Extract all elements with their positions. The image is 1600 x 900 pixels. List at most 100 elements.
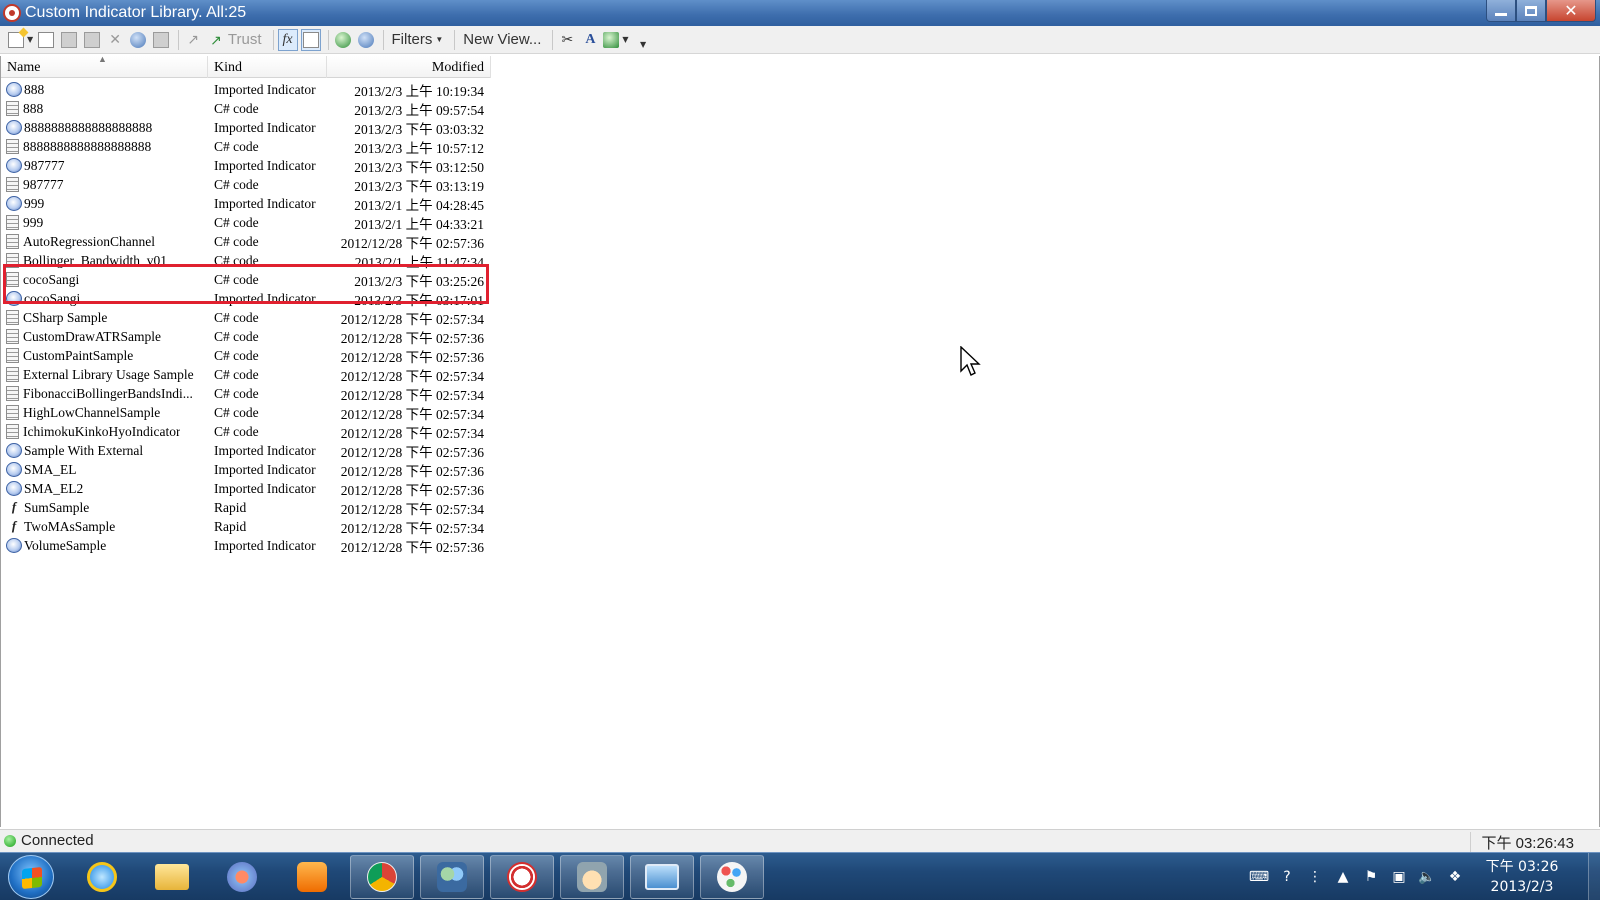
code-view-button[interactable] xyxy=(300,28,321,51)
list-item[interactable]: CSharp Sample C# code 2012/12/28 下午 02:57:… xyxy=(1,308,491,327)
chrome-icon xyxy=(367,862,397,892)
taskbar-people[interactable] xyxy=(420,855,484,899)
copy-button[interactable] xyxy=(82,29,102,51)
font-icon: A xyxy=(585,31,596,47)
indicator-list[interactable]: Name ▲ Kind Modified 888 Imported Indicat… xyxy=(0,54,1600,827)
taskbar-clock[interactable]: 下午 03:26 2013/2/3 xyxy=(1474,857,1570,897)
imported-indicator-icon xyxy=(6,443,22,458)
list-item[interactable]: 987777 C# code 2013/2/3 下午 03:13:19 xyxy=(1,175,491,194)
action-center-flag-icon[interactable]: ⚑ xyxy=(1362,868,1380,886)
cell-name: 888 xyxy=(1,101,208,117)
item-kind: C# code xyxy=(214,366,259,382)
list-item[interactable]: f SumSample Rapid 2012/12/28 下午 02:57:34 xyxy=(1,498,491,517)
publish-button[interactable] xyxy=(356,29,376,51)
dropbox-icon[interactable]: ❖ xyxy=(1446,868,1464,886)
list-item[interactable]: 8888888888888888888 Imported Indicator 201… xyxy=(1,118,491,137)
list-item[interactable]: 999 C# code 2013/2/1 上午 04:33:21 xyxy=(1,213,491,232)
list-item[interactable]: SMA_EL Imported Indicator 2012/12/28 下午 02… xyxy=(1,460,491,479)
export-icon xyxy=(603,31,620,48)
compile-button[interactable] xyxy=(128,29,148,51)
taskbar-zen[interactable] xyxy=(490,855,554,899)
online-library-button[interactable] xyxy=(333,29,353,51)
column-header-name[interactable]: Name ▲ xyxy=(1,54,208,78)
list-item[interactable]: Sample With External Imported Indicator 20… xyxy=(1,441,491,460)
list-item[interactable]: FibonacciBollingerBandsIndi... C# code 201… xyxy=(1,384,491,403)
properties-button[interactable] xyxy=(151,29,171,51)
list-item[interactable]: VolumeSample Imported Indicator 2012/12/28… xyxy=(1,536,491,555)
export-button[interactable]: ▼ xyxy=(603,29,629,51)
list-header: Name ▲ Kind Modified xyxy=(1,54,491,78)
minimize-button[interactable] xyxy=(1486,0,1516,22)
font-button[interactable]: A xyxy=(580,29,600,51)
column-header-modified-label: Modified xyxy=(431,60,484,75)
list-item[interactable]: 888 C# code 2013/2/3 上午 09:57:54 xyxy=(1,99,491,118)
column-header-kind[interactable]: Kind xyxy=(208,56,327,78)
item-kind: Imported Indicator xyxy=(214,81,316,97)
volume-icon[interactable]: 🔈 xyxy=(1418,868,1436,886)
toolbar-separator xyxy=(327,29,329,50)
new-view-button[interactable]: New View... xyxy=(459,29,545,51)
help-icon[interactable]: ? xyxy=(1278,868,1296,886)
language-icon[interactable]: ⋮ xyxy=(1306,868,1324,886)
overflow-chevron-icon: ▼ xyxy=(639,40,647,49)
maximize-button[interactable] xyxy=(1516,0,1546,22)
tools-button[interactable]: ✂ xyxy=(557,29,577,51)
taskbar-paint[interactable] xyxy=(700,855,764,899)
item-name: HighLowChannelSample xyxy=(23,404,161,420)
list-item[interactable]: HighLowChannelSample C# code 2012/12/28 下午… xyxy=(1,403,491,422)
title-bar[interactable]: Custom Indicator Library. All:25 ✕ xyxy=(0,0,1600,26)
item-kind: C# code xyxy=(214,423,259,439)
start-button[interactable] xyxy=(8,855,54,899)
list-item[interactable]: 987777 Imported Indicator 2013/2/3 下午 03:1… xyxy=(1,156,491,175)
trust-label: Trust xyxy=(227,31,262,48)
filters-label: Filters xyxy=(391,31,433,48)
item-modified: 2012/12/28 下午 02:57:34 xyxy=(340,406,484,422)
edit-button[interactable] xyxy=(59,29,79,51)
taskbar-window[interactable] xyxy=(630,855,694,899)
list-item[interactable]: 888 Imported Indicator 2013/2/3 上午 10:19:3… xyxy=(1,80,491,99)
csharp-code-icon xyxy=(6,348,19,363)
list-rows: 888 Imported Indicator 2013/2/3 上午 10:19:3… xyxy=(1,80,491,555)
show-desktop-button[interactable] xyxy=(1588,853,1600,900)
compile-icon xyxy=(130,31,147,48)
taskbar-media-player[interactable] xyxy=(280,855,344,899)
new-indicator-button[interactable]: ▼ xyxy=(8,29,33,51)
keyboard-icon[interactable]: ⌨ xyxy=(1249,868,1269,886)
trust-button[interactable]: ↗ Trust xyxy=(206,29,265,51)
taskbar-explorer[interactable] xyxy=(140,855,204,899)
taskbar-hand[interactable] xyxy=(560,855,624,899)
filters-button[interactable]: Filters ▼ xyxy=(388,29,448,51)
list-item[interactable]: CustomPaintSample C# code 2012/12/28 下午 02… xyxy=(1,346,491,365)
list-item[interactable]: 999 Imported Indicator 2013/2/1 上午 04:28:4… xyxy=(1,194,491,213)
csharp-code-icon xyxy=(6,367,19,382)
window-title: Custom Indicator Library. All:25 xyxy=(25,4,247,21)
taskbar-chrome[interactable] xyxy=(350,855,414,899)
cell-name: VolumeSample xyxy=(1,538,208,554)
import-button[interactable] xyxy=(36,29,56,51)
formula-view-button[interactable]: fx xyxy=(277,28,298,51)
item-modified: 2012/12/28 下午 02:57:34 xyxy=(340,520,484,536)
list-item[interactable]: CustomDrawATRSample C# code 2012/12/28 下午 … xyxy=(1,327,491,346)
csharp-code-icon xyxy=(6,310,19,325)
taskbar-app-atom[interactable] xyxy=(210,855,274,899)
properties-icon xyxy=(153,31,170,48)
network-icon[interactable]: ▣ xyxy=(1390,868,1408,886)
column-header-modified[interactable]: Modified xyxy=(327,56,491,78)
list-item[interactable]: 8888888888888888888 C# code 2013/2/3 上午 10… xyxy=(1,137,491,156)
item-modified: 2013/2/3 下午 03:13:19 xyxy=(354,178,484,194)
item-kind: Imported Indicator xyxy=(214,119,316,135)
show-hidden-icons-icon[interactable]: ▲ xyxy=(1334,868,1352,886)
delete-button[interactable]: ✕ xyxy=(105,29,125,51)
close-button[interactable]: ✕ xyxy=(1546,0,1596,22)
globe-icon xyxy=(334,31,351,48)
toolbar-overflow-button[interactable]: ▼ xyxy=(632,29,652,51)
zen-logo-icon xyxy=(507,862,537,892)
list-item[interactable]: f TwoMAsSample Rapid 2012/12/28 下午 02:57:34 xyxy=(1,517,491,536)
taskbar-ie[interactable] xyxy=(70,855,134,899)
list-item[interactable]: SMA_EL2 Imported Indicator 2012/12/28 下午 0… xyxy=(1,479,491,498)
list-item[interactable]: IchimokuKinkoHyoIndicator C# code 2012/12/… xyxy=(1,422,491,441)
list-item[interactable]: External Library Usage Sample C# code 2012… xyxy=(1,365,491,384)
list-item[interactable]: AutoRegressionChannel C# code 2012/12/28 下… xyxy=(1,232,491,251)
untrust-button[interactable]: ↗ xyxy=(183,29,203,51)
app-logo-icon[interactable] xyxy=(3,4,21,22)
